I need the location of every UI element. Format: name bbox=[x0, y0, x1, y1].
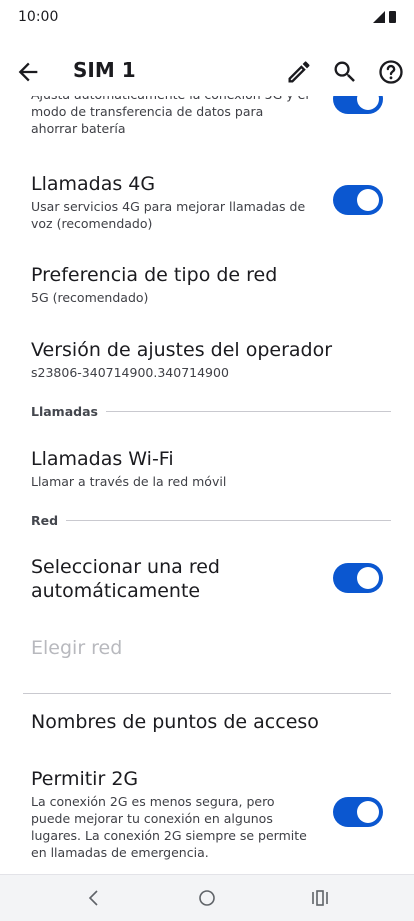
network-type-preference-title: Preferencia de tipo de red bbox=[31, 264, 278, 286]
carrier-settings-version-summary: s23806-340714900.340714900 bbox=[31, 365, 229, 380]
toggle-knob bbox=[357, 96, 379, 110]
toggle-knob bbox=[357, 189, 379, 211]
adaptive-5g-item[interactable]: Ajusta automáticamente la conexión 5G y … bbox=[31, 96, 311, 137]
section-divider bbox=[105, 411, 391, 412]
access-point-names-title: Nombres de puntos de acceso bbox=[31, 711, 319, 733]
allow-2g-toggle[interactable] bbox=[333, 797, 383, 827]
section-header-network: Red bbox=[31, 513, 391, 528]
nav-home-button[interactable] bbox=[195, 886, 219, 910]
auto-select-network-toggle[interactable] bbox=[333, 563, 383, 593]
nav-back-button[interactable] bbox=[82, 886, 106, 910]
nav-recents-icon bbox=[312, 890, 328, 906]
toggle-knob bbox=[357, 801, 379, 823]
calls-4g-title: Llamadas 4G bbox=[31, 173, 156, 195]
adaptive-5g-summary: Ajusta automáticamente la conexión 5G y … bbox=[31, 96, 309, 136]
network-type-preference-item[interactable]: Preferencia de tipo de red 5G (recomenda… bbox=[31, 263, 391, 306]
back-button[interactable] bbox=[14, 58, 42, 86]
nav-recents-button[interactable] bbox=[308, 886, 332, 910]
nav-back-icon bbox=[88, 890, 98, 906]
allow-2g-item[interactable]: Permitir 2G La conexión 2G es menos segu… bbox=[31, 767, 311, 861]
section-divider bbox=[66, 520, 391, 521]
allow-2g-title: Permitir 2G bbox=[31, 768, 139, 790]
network-type-preference-summary: 5G (recomendado) bbox=[31, 290, 149, 305]
section-label-calls: Llamadas bbox=[31, 404, 98, 419]
signal-icon bbox=[373, 11, 385, 23]
status-time: 10:00 bbox=[18, 9, 59, 25]
choose-network-item: Elegir red bbox=[31, 636, 311, 660]
nav-home-icon bbox=[199, 890, 215, 906]
wifi-calling-item[interactable]: Llamadas Wi-Fi Llamar a través de la red… bbox=[31, 447, 391, 490]
toggle-knob bbox=[357, 567, 379, 589]
arrow-left-icon bbox=[18, 62, 38, 82]
auto-select-network-item[interactable]: Seleccionar una red automáticamente bbox=[31, 555, 311, 603]
calls-4g-toggle[interactable] bbox=[333, 185, 383, 215]
wifi-calling-summary: Llamar a través de la red móvil bbox=[31, 474, 227, 489]
status-icons bbox=[373, 11, 396, 23]
page-title: SIM 1 bbox=[73, 58, 136, 82]
search-icon bbox=[334, 61, 355, 82]
search-button[interactable] bbox=[331, 58, 359, 86]
section-label-network: Red bbox=[31, 513, 59, 528]
access-point-names-item[interactable]: Nombres de puntos de acceso bbox=[31, 710, 391, 734]
carrier-settings-version-title: Versión de ajustes del operador bbox=[31, 339, 333, 361]
wifi-calling-title: Llamadas Wi-Fi bbox=[31, 448, 174, 470]
calls-4g-item[interactable]: Llamadas 4G Usar servicios 4G para mejor… bbox=[31, 172, 311, 232]
adaptive-5g-toggle[interactable] bbox=[333, 96, 383, 114]
settings-list[interactable]: Ajusta automáticamente la conexión 5G y … bbox=[0, 96, 414, 874]
app-bar: SIM 1 bbox=[0, 44, 414, 100]
help-button[interactable] bbox=[377, 58, 405, 86]
help-circle-icon bbox=[379, 60, 403, 84]
choose-network-title: Elegir red bbox=[31, 637, 123, 659]
carrier-settings-version-item[interactable]: Versión de ajustes del operador s23806-3… bbox=[31, 338, 391, 381]
allow-2g-summary: La conexión 2G es menos segura, pero pue… bbox=[31, 794, 307, 860]
battery-icon bbox=[389, 11, 396, 23]
section-header-calls: Llamadas bbox=[31, 404, 391, 419]
pencil-icon bbox=[288, 61, 310, 83]
divider bbox=[23, 693, 391, 694]
system-nav-bar bbox=[0, 874, 414, 921]
calls-4g-summary: Usar servicios 4G para mejorar llamadas … bbox=[31, 199, 306, 231]
status-bar: 10:00 bbox=[0, 0, 414, 36]
auto-select-network-title: Seleccionar una red automáticamente bbox=[31, 556, 220, 602]
edit-button[interactable] bbox=[285, 58, 313, 86]
